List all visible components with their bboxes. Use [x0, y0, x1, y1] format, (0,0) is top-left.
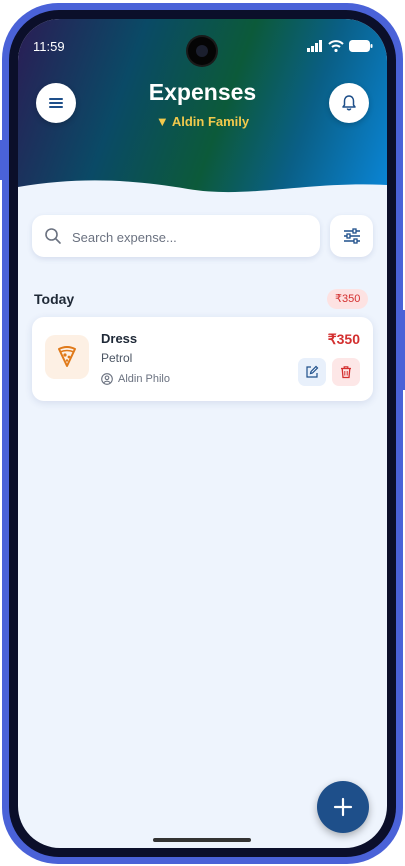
wifi-icon	[328, 40, 344, 52]
filter-button[interactable]	[330, 215, 373, 257]
plus-icon	[333, 797, 353, 817]
sliders-icon	[343, 228, 360, 244]
status-time: 11:59	[33, 39, 65, 54]
edit-icon	[306, 365, 319, 378]
delete-button[interactable]	[332, 358, 360, 386]
pizza-slice-icon	[58, 346, 76, 367]
expense-name: Dress	[101, 331, 138, 346]
front-camera	[188, 37, 216, 65]
user-icon	[101, 373, 113, 385]
section-total-badge: ₹350	[327, 289, 369, 309]
notifications-button[interactable]	[329, 83, 369, 123]
add-expense-button[interactable]	[317, 781, 369, 833]
family-selector[interactable]: ▼ Aldin Family	[18, 114, 387, 129]
trash-icon	[341, 366, 351, 379]
app-screen: 11:59 Expenses ▼ Aldin Family Search exp…	[18, 19, 387, 848]
expense-card[interactable]: Dress Petrol Aldin Philo ₹350	[32, 317, 373, 401]
search-icon	[45, 228, 61, 244]
volume-button	[0, 140, 3, 180]
expense-amount: ₹350	[327, 331, 360, 347]
battery-icon	[349, 40, 373, 52]
home-indicator[interactable]	[153, 838, 251, 842]
status-icons	[307, 40, 373, 52]
bell-icon	[342, 95, 356, 111]
expense-user-name: Aldin Philo	[118, 373, 170, 385]
section-title: Today	[34, 291, 75, 307]
phone-frame: 11:59 Expenses ▼ Aldin Family Search exp…	[0, 0, 405, 866]
signal-icon	[307, 40, 322, 52]
edit-button[interactable]	[298, 358, 326, 386]
expense-category: Petrol	[101, 351, 133, 365]
header-wave	[18, 180, 387, 219]
category-icon-container	[45, 335, 89, 379]
search-bar	[32, 215, 320, 259]
expense-user: Aldin Philo	[101, 373, 170, 385]
search-input[interactable]	[70, 215, 314, 259]
